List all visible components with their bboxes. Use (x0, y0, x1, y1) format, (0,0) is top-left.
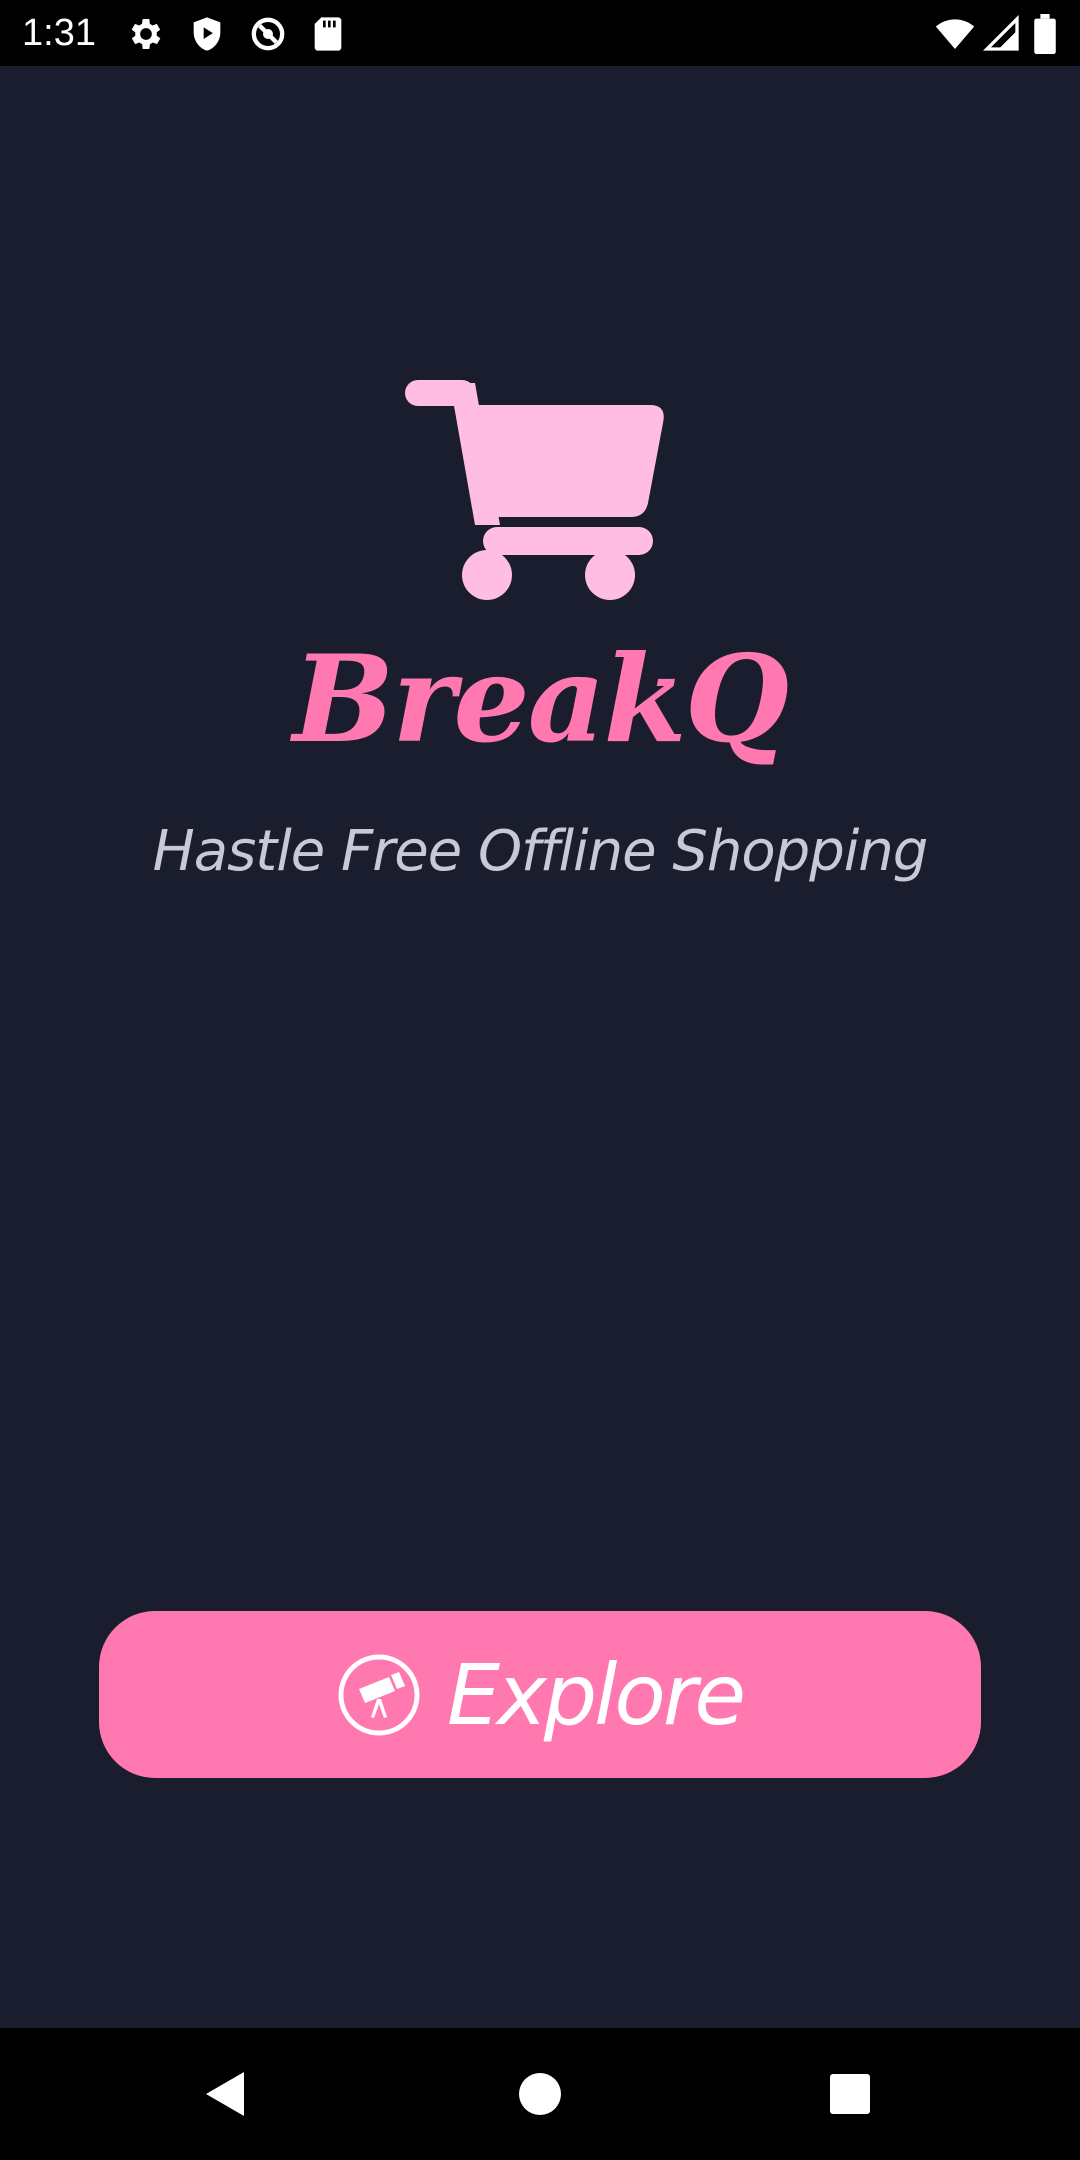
home-icon[interactable] (510, 2064, 570, 2124)
battery-icon (1030, 14, 1060, 54)
app-screen: 1:31 BreakQ Hastle Free Offline Shopping… (0, 0, 1080, 2160)
navigation-bar (0, 2028, 1080, 2160)
app-tagline: Hastle Free Offline Shopping (152, 819, 929, 884)
settings-gear-icon (126, 14, 166, 54)
sd-card-icon (308, 14, 348, 54)
vpn-key-icon (248, 14, 288, 54)
recents-icon[interactable] (820, 2064, 880, 2124)
back-icon[interactable] (196, 2064, 256, 2124)
explore-button-label: Explore (446, 1645, 746, 1744)
telescope-icon (337, 1653, 421, 1737)
status-bar: 1:31 (0, 0, 1080, 66)
status-time: 1:31 (22, 12, 96, 54)
wifi-icon (935, 14, 975, 54)
cellular-signal-icon (982, 14, 1022, 54)
shopping-cart-icon (405, 375, 675, 605)
app-title: BreakQ (292, 629, 789, 770)
shield-play-icon (187, 14, 227, 54)
explore-button[interactable]: Explore (99, 1611, 981, 1778)
